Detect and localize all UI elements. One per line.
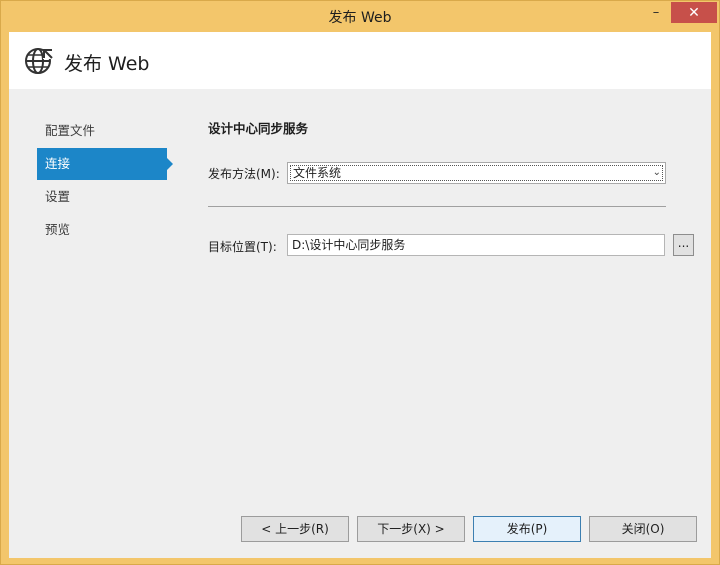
nav-item-connection[interactable]: 连接 — [37, 148, 173, 180]
previous-button[interactable]: < 上一步(R) — [241, 516, 349, 542]
section-title: 设计中心同步服务 — [208, 121, 309, 136]
browse-button[interactable]: ... — [673, 234, 694, 256]
window-title: 发布 Web — [328, 10, 392, 26]
close-button[interactable]: 关闭(O) — [589, 516, 697, 542]
minimize-button[interactable]: – — [643, 2, 669, 23]
close-window-button[interactable]: ✕ — [671, 2, 717, 23]
globe-icon — [25, 48, 54, 74]
title-bar[interactable]: 发布 Web – ✕ — [1, 1, 719, 32]
publish-method-value: 文件系统 — [293, 166, 342, 180]
publish-web-window: 发布 Web – ✕ 发布 Web 配置文件 连接 设置 预览 设计中心同步服务 — [0, 0, 720, 565]
target-location-label: 目标位置(T): — [208, 240, 277, 254]
next-button[interactable]: 下一步(X) > — [357, 516, 465, 542]
nav-item-settings[interactable]: 设置 — [37, 181, 167, 213]
divider — [208, 206, 666, 207]
publish-method-label: 发布方法(M): — [208, 167, 280, 181]
publish-button[interactable]: 发布(P) — [473, 516, 581, 542]
target-location-input[interactable]: D:\设计中心同步服务 — [287, 234, 665, 256]
wizard-nav: 配置文件 连接 设置 预览 — [37, 115, 173, 247]
chevron-down-icon: ⌄ — [652, 167, 661, 178]
dialog-header: 发布 Web — [9, 32, 711, 89]
focus-rect — [290, 165, 663, 181]
nav-item-profile[interactable]: 配置文件 — [37, 115, 167, 147]
header-title: 发布 Web — [64, 53, 150, 75]
dialog-client-area: 发布 Web 配置文件 连接 设置 预览 设计中心同步服务 发布方法(M): 文… — [9, 32, 711, 558]
publish-method-select[interactable]: 文件系统 ⌄ — [287, 162, 666, 184]
nav-item-preview[interactable]: 预览 — [37, 214, 167, 246]
